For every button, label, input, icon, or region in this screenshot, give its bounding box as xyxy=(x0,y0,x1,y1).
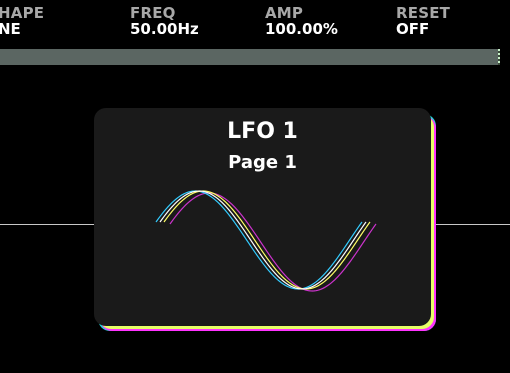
param-freq-label: FREQ xyxy=(130,4,176,22)
sine-wave-icon xyxy=(155,190,377,292)
wave-magenta xyxy=(169,192,377,292)
param-freq-value: 50.00Hz xyxy=(130,20,199,38)
param-shape-value: NE xyxy=(0,20,21,38)
lfo-card: LFO 1 Page 1 xyxy=(94,108,431,326)
wave-white xyxy=(159,190,367,290)
param-shape[interactable]: HAPE NE xyxy=(0,4,45,38)
parameter-bar-tick xyxy=(498,49,500,65)
wave-yellow xyxy=(163,190,371,290)
param-amp[interactable]: AMP 100.00% xyxy=(265,4,338,38)
param-shape-label: HAPE xyxy=(0,4,45,22)
center-line-right xyxy=(434,224,510,225)
param-reset-label: RESET xyxy=(396,4,451,22)
param-reset[interactable]: RESET OFF xyxy=(396,4,451,38)
param-freq[interactable]: FREQ 50.00Hz xyxy=(130,4,199,38)
param-amp-label: AMP xyxy=(265,4,304,22)
center-line-left xyxy=(0,224,94,225)
parameter-bar xyxy=(0,49,500,65)
param-reset-value: OFF xyxy=(396,20,430,38)
param-amp-value: 100.00% xyxy=(265,20,338,38)
